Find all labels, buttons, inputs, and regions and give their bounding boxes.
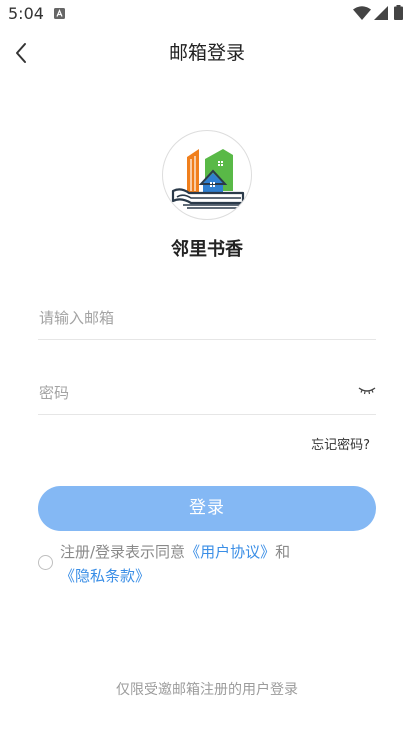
email-input[interactable] [38, 296, 339, 340]
app-logo [162, 130, 252, 220]
signal-icon [374, 6, 388, 20]
login-screen: 5:04 邮箱登录 邻里书香 请输入邮箱 忘记密码? 登录 注册/登录表示同意《… [0, 0, 414, 736]
wifi-icon [353, 6, 371, 20]
status-bar: 5:04 [0, 0, 414, 28]
eye-closed-icon[interactable] [358, 385, 376, 397]
forgot-password-link[interactable]: 忘记密码? [311, 437, 370, 455]
email-field-row [38, 296, 376, 340]
a-notification-icon [54, 8, 65, 19]
agreement-text: 注册/登录表示同意《用户协议》和《隐私条款》 [60, 540, 378, 588]
login-button[interactable]: 登录 [38, 486, 376, 531]
battery-icon [394, 5, 403, 20]
app-name: 邻里书香 [171, 239, 243, 260]
privacy-policy-link[interactable]: 《隐私条款》 [60, 567, 150, 585]
book-buildings-logo-icon [171, 149, 245, 209]
password-field-row [38, 371, 376, 415]
user-agreement-link[interactable]: 《用户协议》 [185, 543, 275, 561]
status-time: 5:04 [8, 4, 44, 23]
agreement-checkbox[interactable] [38, 555, 53, 570]
page-title: 邮箱登录 [168, 42, 245, 64]
footer-note: 仅限受邀邮箱注册的用户登录 [116, 682, 298, 698]
agreement-prefix: 注册/登录表示同意 [60, 543, 186, 561]
password-input[interactable] [38, 371, 339, 415]
chevron-left-icon[interactable] [10, 40, 34, 66]
agreement-and: 和 [275, 543, 291, 561]
